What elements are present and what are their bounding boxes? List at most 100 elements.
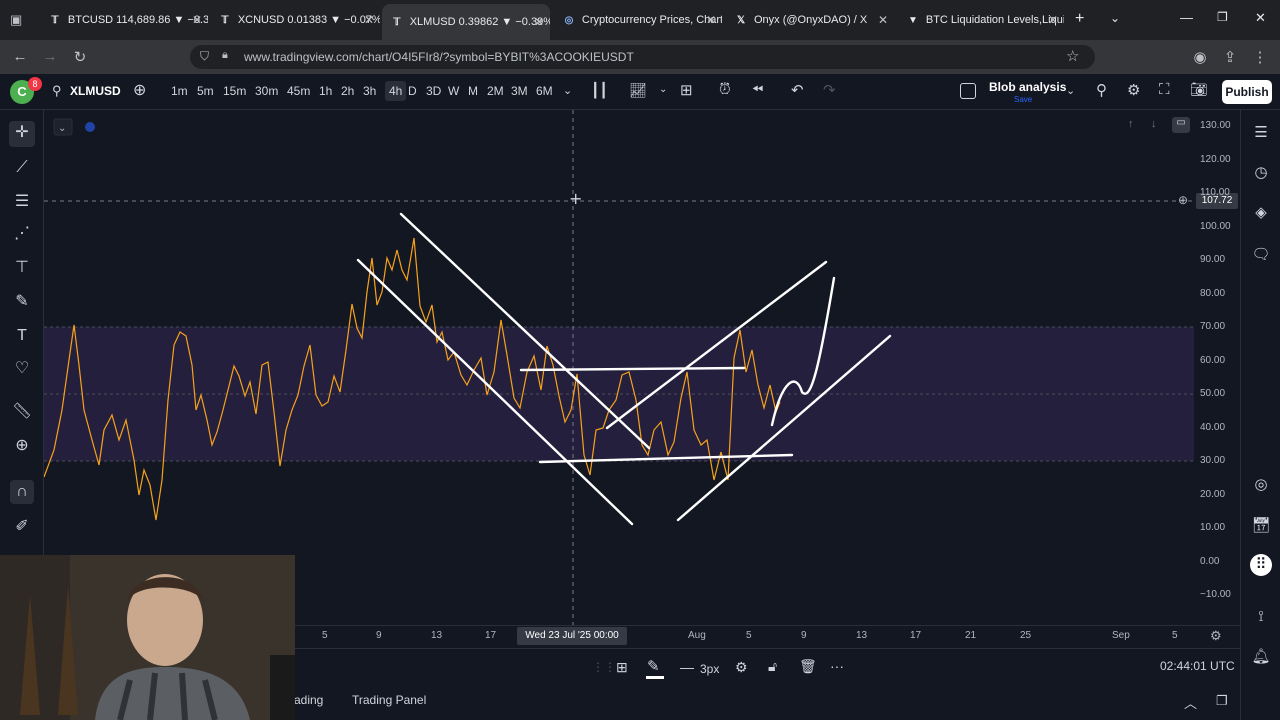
timeframe-15m[interactable]: 15m <box>223 84 246 98</box>
scroll-down-icon[interactable]: ↓ <box>1151 118 1157 130</box>
timeframe-2h[interactable]: 2h <box>341 84 354 98</box>
timeframe-30m[interactable]: 30m <box>255 84 278 98</box>
templates-icon[interactable]: ⊞ <box>680 81 693 99</box>
bookmark-star-icon[interactable]: ☆ <box>1066 47 1079 65</box>
ruler-icon[interactable]: 📏︎ <box>10 400 34 424</box>
browser-menu-icon[interactable]: ⋮ <box>1250 48 1270 66</box>
timeframe-2M[interactable]: 2M <box>487 84 504 98</box>
indicators-dropdown-icon[interactable]: ⌄ <box>659 84 667 95</box>
settings-gear-icon[interactable]: ⚙ <box>735 659 748 676</box>
extension-icon[interactable]: ◉ <box>1190 48 1210 66</box>
alert-icon[interactable]: ⏰︎ <box>719 81 731 98</box>
quick-search-icon[interactable]: ⚲ <box>1096 81 1107 99</box>
bottom-tab-trading-panel[interactable]: Trading Panel <box>352 693 426 707</box>
pencil-color-icon[interactable]: ✎ <box>647 657 660 675</box>
utc-clock[interactable]: 02:44:01 UTC <box>1160 659 1235 673</box>
browser-tab-onyx[interactable]: 𝕏 Onyx (@OnyxDAO) / X ✕ <box>726 6 894 34</box>
timeframe-4h[interactable]: 4h <box>385 81 407 101</box>
back-arrow-icon[interactable]: ← <box>10 48 30 65</box>
camera-icon[interactable]: 📷︎ <box>1190 81 1208 98</box>
browser-tab-xcnusd[interactable]: 𝕋 XCNUSD 0.01383 ▼ −0.07% ✕ <box>210 6 380 34</box>
auto-scale-icon[interactable]: ▭ <box>1172 117 1190 133</box>
browser-tab-btcusd[interactable]: 𝕋 BTCUSD 114,689.86 ▼ −0.3 ✕ <box>40 6 208 34</box>
apps-grid-icon[interactable]: ⠿ <box>1250 554 1272 576</box>
target-icon[interactable]: ◎ <box>1250 474 1272 496</box>
lock-drawings-icon[interactable]: ✐ <box>10 515 34 539</box>
settings-gear-icon[interactable]: ⚙ <box>1127 81 1140 99</box>
compare-symbol-icon[interactable]: ⊕ <box>133 80 146 100</box>
tab-menu-icon[interactable]: ▣ <box>10 12 22 28</box>
share-icon[interactable]: ⇪ <box>1220 48 1240 66</box>
browser-tab-xlmusd[interactable]: 𝕋 XLMUSD 0.39862 ▼ −0.39% ✕ <box>382 4 550 40</box>
undo-icon[interactable]: ↶ <box>791 81 804 99</box>
indicators-icon[interactable]: 📈︎ <box>629 82 647 99</box>
timeframe-dropdown-icon[interactable]: ⌄ <box>563 84 572 97</box>
close-tab-icon[interactable]: ✕ <box>878 13 888 27</box>
timeframe-6M[interactable]: 6M <box>536 84 553 98</box>
forward-arrow-icon[interactable]: → <box>40 48 60 65</box>
fullscreen-icon[interactable]: ⛶ <box>1159 81 1170 98</box>
collapse-panel-icon[interactable]: ︿ <box>1184 693 1197 712</box>
minimize-icon[interactable]: — <box>1180 10 1193 25</box>
line-width-icon[interactable]: — <box>680 659 694 675</box>
pattern-icon[interactable]: ⋰ <box>10 222 34 246</box>
replay-icon[interactable]: ⏪︎ <box>752 81 763 98</box>
bottom-tab-trading[interactable]: rading <box>290 693 323 707</box>
axis-settings-icon[interactable]: ⚙ <box>1210 628 1222 644</box>
brush-icon[interactable]: ✎ <box>10 290 34 314</box>
site-info-icon[interactable]: ⛉ <box>200 49 209 64</box>
price-chart[interactable]: + ⌄ <box>44 110 1194 625</box>
layout-dropdown-icon[interactable]: ⌄ <box>1066 84 1075 97</box>
zoom-in-icon[interactable]: ⊕ <box>10 434 34 458</box>
text-tool-icon[interactable]: T <box>10 324 34 348</box>
new-tab-icon[interactable]: + <box>1075 10 1084 28</box>
trash-icon[interactable]: 🗑︎ <box>799 658 817 675</box>
scroll-up-icon[interactable]: ↑ <box>1128 118 1134 130</box>
timeframe-3M[interactable]: 3M <box>511 84 528 98</box>
template-icon[interactable]: ⊞ <box>616 659 628 676</box>
fib-retracement-icon[interactable]: ☰ <box>10 190 34 214</box>
browser-tab-liquidation[interactable]: ▼ BTC Liquidation Levels,Liqui ✕ <box>898 6 1064 34</box>
measure-projection-icon[interactable]: ⊤ <box>10 256 34 280</box>
trend-line-icon[interactable]: ⟋ <box>10 156 34 180</box>
timeframe-45m[interactable]: 45m <box>287 84 310 98</box>
timeframe-3D[interactable]: 3D <box>426 84 441 98</box>
layout-checkbox-icon[interactable] <box>960 83 976 99</box>
tab-list-chevron-icon[interactable]: ⌄ <box>1110 11 1120 25</box>
drag-handle-icon[interactable]: ⋮⋮ <box>592 660 616 674</box>
more-options-icon[interactable]: ··· <box>830 658 844 674</box>
reload-icon[interactable]: ↻ <box>70 48 90 66</box>
watchlist-icon[interactable]: ☰ <box>1250 122 1272 144</box>
url-field[interactable]: ⛉ 🔒︎ www.tradingview.com/chart/O4I5FIr8/… <box>190 45 1095 69</box>
maximize-panel-icon[interactable]: ❐ <box>1216 693 1228 709</box>
broadcast-icon[interactable]: ⟟ <box>1250 606 1272 628</box>
close-window-icon[interactable]: ✕ <box>1255 10 1266 26</box>
magnet-icon[interactable]: ∩ <box>10 480 34 504</box>
calendar-icon[interactable]: 📅︎ <box>1250 515 1272 537</box>
timeframe-5m[interactable]: 5m <box>197 84 214 98</box>
search-icon[interactable]: ⚲ <box>52 83 62 99</box>
unlock-icon[interactable]: 🔓︎ <box>768 658 777 675</box>
close-tab-icon[interactable]: ✕ <box>534 15 544 29</box>
crosshair-icon[interactable]: ✛ <box>9 121 35 147</box>
symbol-search-button[interactable]: XLMUSD <box>70 84 121 98</box>
timeframe-1m[interactable]: 1m <box>171 84 188 98</box>
publish-button[interactable]: Publish <box>1222 80 1272 104</box>
favorites-heart-icon[interactable]: ♡ <box>10 357 34 381</box>
chat-icon[interactable]: 🗨︎ <box>1250 244 1272 266</box>
timeframe-M[interactable]: M <box>468 84 478 98</box>
close-tab-icon[interactable]: ✕ <box>364 13 374 27</box>
add-alert-plus-icon[interactable]: ⊕ <box>1178 193 1188 207</box>
layout-name[interactable]: Blob analysis <box>989 80 1066 94</box>
timeframe-1h[interactable]: 1h <box>319 84 332 98</box>
layers-icon[interactable]: ◈ <box>1250 202 1272 224</box>
timeframe-D[interactable]: D <box>408 84 417 98</box>
chevron-down-icon[interactable]: ⌄ <box>58 123 66 134</box>
timeframe-W[interactable]: W <box>448 84 459 98</box>
timeframe-3h[interactable]: 3h <box>363 84 376 98</box>
close-tab-icon[interactable]: ✕ <box>192 13 202 27</box>
close-tab-icon[interactable]: ✕ <box>706 13 716 27</box>
redo-icon[interactable]: ↷ <box>823 81 836 99</box>
browser-tab-coingecko[interactable]: ◎ Cryptocurrency Prices, Chart ✕ <box>554 6 722 34</box>
restore-icon[interactable]: ❐ <box>1217 10 1228 24</box>
